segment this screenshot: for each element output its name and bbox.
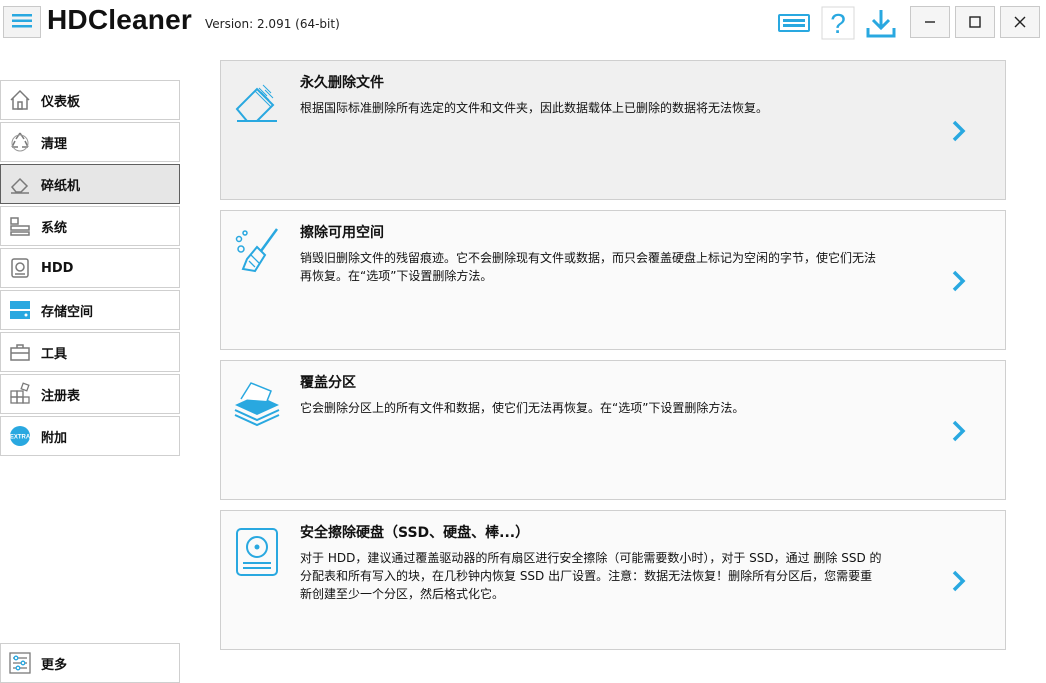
download-icon[interactable] (864, 6, 898, 40)
chevron-right-icon (949, 419, 969, 443)
title-bar: HDCleaner Version: 2.091 (64-bit) ? (0, 0, 1046, 48)
maximize-button[interactable] (955, 6, 995, 38)
minimize-icon (924, 13, 936, 32)
sidebar-item-label: 清理 (41, 136, 68, 152)
card-permanently-delete-files[interactable]: 永久删除文件 根据国际标准删除所有选定的文件和文件夹，因此数据载体上已删除的数据… (220, 60, 1006, 200)
card-title: 覆盖分区 (300, 375, 356, 391)
storage-icon (7, 297, 33, 323)
hamburger-menu-button[interactable] (3, 6, 41, 38)
hardware-info-icon[interactable] (777, 6, 811, 40)
sidebar-item-label: 存储空间 (41, 304, 94, 320)
card-title: 永久删除文件 (300, 75, 384, 91)
home-icon (7, 87, 33, 113)
toolbox-icon (7, 339, 33, 365)
card-wipe-free-space[interactable]: 擦除可用空间 销毁旧删除文件的残留痕迹。它不会删除现有文件或数据，而只会覆盖硬盘… (220, 210, 1006, 350)
card-description: 对于 HDD，建议通过覆盖驱动器的所有扇区进行安全擦除（可能需要数小时），对于 … (300, 551, 882, 601)
hdd-icon (7, 255, 33, 281)
sidebar-item-clean[interactable]: 清理 (0, 122, 180, 162)
sidebar-item-label: 仪表板 (41, 94, 81, 110)
system-icon (7, 213, 33, 239)
card-description: 根据国际标准删除所有选定的文件和文件夹，因此数据载体上已删除的数据将无法恢复。 (300, 101, 769, 115)
chevron-right-icon (949, 119, 969, 143)
close-button[interactable] (1000, 6, 1040, 38)
sidebar-item-label: 注册表 (41, 388, 81, 404)
recycle-icon (7, 129, 33, 155)
sidebar-item-hdd[interactable]: HDD (0, 248, 180, 288)
sidebar-item-storage[interactable]: 存储空间 (0, 290, 180, 330)
settings-sliders-icon (7, 650, 33, 676)
sidebar-item-dashboard[interactable]: 仪表板 (0, 80, 180, 120)
registry-icon (7, 381, 33, 407)
paper-stack-icon (231, 375, 283, 427)
sidebar-item-system[interactable]: 系统 (0, 206, 180, 246)
card-description: 它会删除分区上的所有文件和数据，使它们无法再恢复。在“选项”下设置删除方法。 (300, 401, 745, 415)
close-icon (1014, 13, 1026, 32)
sidebar-item-registry[interactable]: 注册表 (0, 374, 180, 414)
version-label: Version: 2.091 (64-bit) (205, 17, 340, 31)
hamburger-icon (12, 13, 32, 32)
app-title: HDCleaner (47, 4, 192, 35)
hard-drive-icon (231, 525, 283, 577)
extra-icon: EXTRA (7, 423, 33, 449)
help-icon[interactable]: ? (821, 6, 855, 40)
sidebar-item-extra[interactable]: EXTRA 附加 (0, 416, 180, 456)
eraser-icon (231, 75, 283, 127)
svg-text:?: ? (830, 8, 846, 39)
eraser-icon (7, 171, 33, 197)
card-overwrite-partition[interactable]: 覆盖分区 它会删除分区上的所有文件和数据，使它们无法再恢复。在“选项”下设置删除… (220, 360, 1006, 500)
sidebar-item-label: 附加 (41, 430, 68, 446)
sidebar-item-tools[interactable]: 工具 (0, 332, 180, 372)
card-description: 销毁旧删除文件的残留痕迹。它不会删除现有文件或数据，而只会覆盖硬盘上标记为空闲的… (300, 251, 877, 283)
svg-text:EXTRA: EXTRA (10, 435, 31, 441)
sidebar-item-label: 系统 (41, 220, 68, 236)
sidebar-item-label: 更多 (41, 657, 68, 673)
sidebar-item-label: HDD (41, 260, 74, 276)
sidebar-item-label: 碎纸机 (41, 178, 81, 194)
sidebar-item-label: 工具 (41, 346, 68, 362)
sidebar-item-shredder[interactable]: 碎纸机 (0, 164, 180, 204)
broom-icon (231, 225, 283, 277)
card-secure-erase-drive[interactable]: 安全擦除硬盘（SSD、硬盘、棒...） 对于 HDD，建议通过覆盖驱动器的所有扇… (220, 510, 1006, 650)
chevron-right-icon (949, 569, 969, 593)
maximize-icon (969, 13, 981, 32)
sidebar-item-more[interactable]: 更多 (0, 643, 180, 683)
chevron-right-icon (949, 269, 969, 293)
card-title: 安全擦除硬盘（SSD、硬盘、棒...） (300, 525, 530, 541)
minimize-button[interactable] (910, 6, 950, 38)
card-title: 擦除可用空间 (300, 225, 384, 241)
